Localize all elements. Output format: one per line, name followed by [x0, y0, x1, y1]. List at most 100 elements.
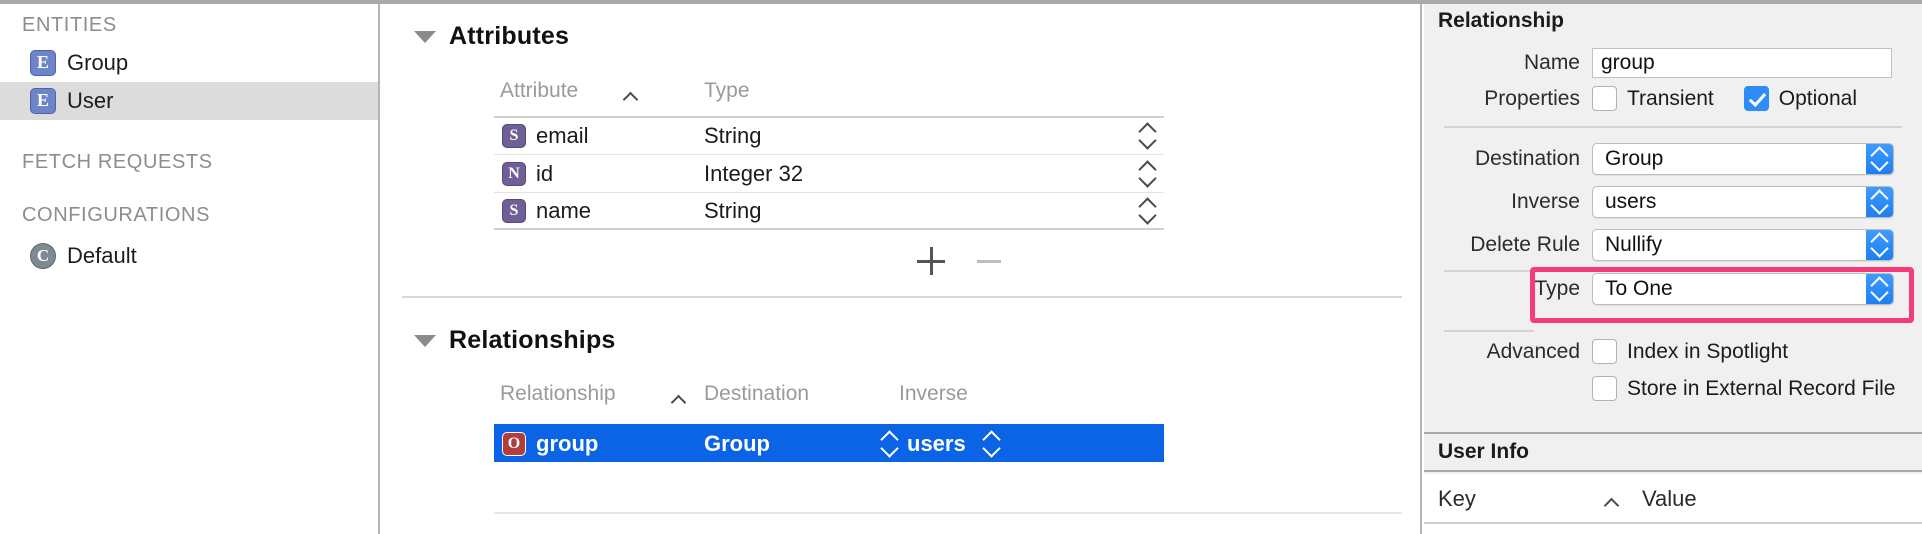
- section-divider: [402, 296, 1402, 298]
- sort-ascending-icon[interactable]: [673, 395, 689, 405]
- table-row[interactable]: S name String: [494, 192, 1164, 230]
- remove-attribute-button[interactable]: [975, 247, 1003, 275]
- inspector-divider: [1444, 330, 1534, 332]
- attribute-type[interactable]: Integer 32: [704, 155, 803, 192]
- transient-label: Transient: [1627, 86, 1714, 110]
- column-header-relationship[interactable]: Relationship: [500, 382, 616, 406]
- destination-row: Destination Group: [1424, 143, 1922, 175]
- type-stepper[interactable]: [1138, 159, 1157, 188]
- store-in-external-record-file-checkbox[interactable]: [1592, 376, 1617, 401]
- column-header-inverse[interactable]: Inverse: [899, 382, 968, 406]
- advanced-label: Advanced: [1486, 339, 1580, 363]
- relationship-name-cell: O group: [502, 425, 598, 462]
- sidebar-editor-divider[interactable]: [378, 4, 380, 534]
- chevron-updown-icon[interactable]: [1866, 144, 1893, 174]
- delete-rule-row: Delete Rule Nullify: [1424, 229, 1922, 261]
- attributes-section-title: Attributes: [449, 22, 570, 50]
- attribute-name-cell: S email: [502, 118, 589, 154]
- relationships-table-header: Relationship Destination Inverse: [382, 382, 1422, 412]
- column-header-key[interactable]: Key: [1438, 486, 1476, 512]
- chevron-down-icon[interactable]: [414, 30, 436, 43]
- destination-value: Group: [1605, 147, 1664, 170]
- add-attribute-button[interactable]: [917, 247, 945, 275]
- column-header-destination[interactable]: Destination: [704, 382, 809, 406]
- attribute-type[interactable]: String: [704, 118, 761, 154]
- relationship-destination[interactable]: Group: [704, 425, 770, 462]
- sort-ascending-icon[interactable]: [625, 92, 641, 102]
- delete-rule-popup-button[interactable]: Nullify: [1592, 229, 1894, 261]
- chevron-down-icon[interactable]: [414, 334, 436, 347]
- sort-ascending-icon[interactable]: [1606, 498, 1622, 508]
- relationships-table: O group Group users: [494, 424, 1164, 462]
- delete-rule-value: Nullify: [1605, 233, 1663, 256]
- index-in-spotlight-checkbox[interactable]: [1592, 339, 1617, 364]
- name-row: Name group: [1424, 48, 1922, 78]
- destination-popup-button[interactable]: Group: [1592, 143, 1894, 175]
- number-attribute-icon: N: [502, 161, 526, 186]
- optional-label: Optional: [1778, 86, 1857, 110]
- column-header-type[interactable]: Type: [704, 79, 750, 103]
- attributes-table: S email String N id Integer 32 S name St…: [494, 116, 1164, 230]
- destination-label: Destination: [1474, 147, 1580, 170]
- user-info-title: User Info: [1438, 440, 1530, 463]
- advanced-row-2: Store in External Record File: [1424, 376, 1922, 401]
- column-header-attribute[interactable]: Attribute: [500, 79, 578, 103]
- properties-row: Properties Transient Optional: [1424, 86, 1922, 111]
- inspector-divider: [1444, 126, 1902, 128]
- sidebar-item-label: Group: [67, 50, 129, 75]
- string-attribute-icon: S: [502, 124, 526, 148]
- delete-rule-label: Delete Rule: [1470, 233, 1580, 256]
- destination-stepper[interactable]: [880, 429, 899, 458]
- advanced-row-1: Advanced Index in Spotlight: [1424, 339, 1922, 364]
- attribute-name-cell: N id: [502, 155, 553, 192]
- relationship-icon: O: [502, 431, 526, 456]
- editor-inspector-divider[interactable]: [1420, 4, 1422, 534]
- relationship-name: group: [536, 430, 599, 456]
- configuration-icon: C: [30, 243, 56, 269]
- type-stepper[interactable]: [1138, 196, 1157, 225]
- attribute-name: name: [536, 197, 592, 223]
- sidebar-item-group[interactable]: E Group: [0, 44, 380, 82]
- relationships-table-bottom-rule: [494, 512, 1402, 514]
- type-label: Type: [1534, 277, 1580, 300]
- relationships-section-header[interactable]: Relationships: [414, 326, 616, 355]
- inverse-stepper[interactable]: [982, 429, 1001, 458]
- attributes-add-remove-controls: [917, 247, 1003, 275]
- column-header-value[interactable]: Value: [1642, 486, 1697, 512]
- index-in-spotlight-label: Index in Spotlight: [1627, 339, 1789, 363]
- chevron-updown-icon[interactable]: [1866, 230, 1893, 260]
- attribute-type[interactable]: String: [704, 193, 761, 228]
- user-info-header[interactable]: User Info: [1424, 432, 1922, 472]
- attribute-name: email: [536, 123, 589, 148]
- inspector-title: Relationship: [1424, 4, 1922, 38]
- attribute-name-cell: S name: [502, 193, 591, 228]
- attributes-section-header[interactable]: Attributes: [414, 22, 569, 51]
- transient-checkbox[interactable]: [1592, 86, 1617, 111]
- sidebar-item-user[interactable]: E User: [0, 82, 380, 120]
- store-in-external-record-file-label: Store in External Record File: [1627, 376, 1896, 400]
- table-row[interactable]: O group Group users: [494, 424, 1164, 462]
- inverse-popup-button[interactable]: users: [1592, 186, 1894, 218]
- model-outline-sidebar: ENTITIES E Group E User FETCH REQUESTS C…: [0, 4, 380, 534]
- chevron-updown-icon[interactable]: [1866, 274, 1893, 304]
- name-label: Name: [1523, 51, 1580, 74]
- relationship-inverse[interactable]: users: [907, 425, 966, 462]
- type-stepper[interactable]: [1138, 122, 1157, 150]
- entity-icon: E: [30, 50, 56, 76]
- core-data-model-editor-window: ENTITIES E Group E User FETCH REQUESTS C…: [0, 0, 1922, 534]
- sidebar-group-fetch-requests-title: FETCH REQUESTS: [22, 151, 213, 173]
- entity-detail-editor: Attributes Attribute Type S email String…: [382, 4, 1422, 534]
- relationships-section-title: Relationships: [449, 326, 616, 354]
- optional-checkbox[interactable]: [1743, 86, 1769, 111]
- sidebar-item-label: User: [67, 88, 114, 113]
- table-row[interactable]: N id Integer 32: [494, 154, 1164, 192]
- entity-icon: E: [30, 88, 56, 114]
- relationship-inspector-panel: Relationship Name group Properties Trans…: [1424, 4, 1922, 534]
- sidebar-item-default[interactable]: C Default: [0, 237, 380, 275]
- type-popup-button[interactable]: To One: [1592, 273, 1894, 305]
- inspector-divider: [1444, 270, 1534, 272]
- table-row[interactable]: S email String: [494, 116, 1164, 154]
- chevron-updown-icon[interactable]: [1866, 187, 1893, 217]
- name-input[interactable]: group: [1592, 48, 1892, 78]
- inverse-row: Inverse users: [1424, 186, 1922, 218]
